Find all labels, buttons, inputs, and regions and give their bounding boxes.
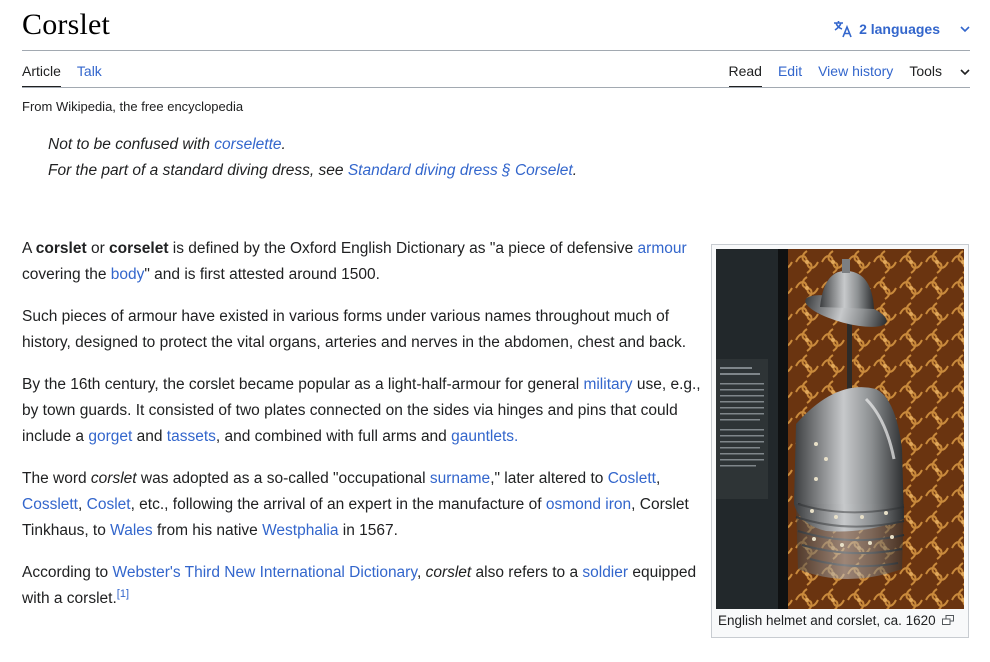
link-body[interactable]: body [111, 266, 145, 283]
link-westphalia[interactable]: Westphalia [262, 522, 338, 539]
link-corselette[interactable]: corselette [214, 136, 281, 153]
translate-icon [833, 20, 853, 38]
chevron-down-icon [960, 62, 970, 86]
paragraph-2: Such pieces of armour have existed in va… [22, 308, 687, 351]
link-soldier[interactable]: soldier [582, 564, 628, 581]
hatnote-text: Not to be confused with [48, 136, 215, 153]
bold-term-corslet: corslet [35, 240, 87, 257]
tab-article[interactable]: Article [22, 62, 61, 88]
figure-caption-text: English helmet and corslet, ca. 1620 [718, 613, 936, 628]
hatnote-diving-dress: For the part of a standard diving dress,… [48, 162, 577, 180]
language-selector-button[interactable]: 2 languages [833, 20, 970, 38]
link-osmond-iron[interactable]: osmond iron [546, 496, 631, 513]
link-military[interactable]: military [583, 376, 632, 393]
hatnote-confusion: Not to be confused with corselette. [48, 136, 286, 154]
tools-menu-button[interactable]: Tools [909, 62, 970, 86]
link-armour[interactable]: armour [638, 240, 687, 257]
tabs-divider [22, 87, 970, 88]
reference-1[interactable]: [1] [117, 588, 129, 600]
paragraph-1: A corslet or corselet is defined by the … [22, 240, 687, 283]
link-cosslett[interactable]: Cosslett [22, 496, 78, 513]
link-gauntlets[interactable]: gauntlets [451, 428, 514, 445]
paragraph-4: The word corslet was adopted as a so-cal… [22, 470, 689, 539]
page-tabs: Article Talk Read Edit View history Tool… [22, 62, 970, 88]
figure-caption: English helmet and corslet, ca. 1620 [718, 613, 954, 628]
link-tassets[interactable]: tassets [167, 428, 216, 445]
link-surname[interactable]: surname [430, 470, 490, 487]
tools-label: Tools [909, 63, 942, 79]
link-coslet[interactable]: Coslet [87, 496, 131, 513]
paragraph-5: According to Webster's Third New Interna… [22, 564, 697, 607]
armour-photo[interactable] [716, 249, 964, 609]
article-body: A corslet or corselet is defined by the … [22, 236, 702, 628]
language-count-label: 2 languages [859, 21, 940, 37]
link-standard-diving-dress[interactable]: Standard diving dress § Corselet [348, 162, 573, 179]
hatnote-text: . [572, 162, 578, 179]
tab-talk[interactable]: Talk [77, 62, 102, 86]
link-coslett[interactable]: Coslett [608, 470, 656, 487]
page-title: Corslet [22, 8, 111, 41]
link-websters-dictionary[interactable]: Webster's Third New International Dictio… [112, 564, 416, 581]
hatnote-text: For the part of a standard diving dress,… [48, 162, 348, 179]
tab-view-history[interactable]: View history [818, 62, 893, 86]
site-tagline: From Wikipedia, the free encyclopedia [22, 99, 244, 114]
chevron-down-icon [960, 25, 970, 33]
enlarge-icon[interactable] [941, 613, 954, 628]
link-gorget[interactable]: gorget [88, 428, 132, 445]
bold-term-corselet: corselet [109, 240, 169, 257]
paragraph-3: By the 16th century, the corslet became … [22, 376, 701, 445]
link-wales[interactable]: Wales [110, 522, 153, 539]
infobox-figure: English helmet and corslet, ca. 1620 [711, 244, 969, 638]
tab-edit[interactable]: Edit [778, 62, 802, 86]
title-divider [22, 50, 970, 51]
hatnote-text: . [281, 136, 286, 153]
tab-read[interactable]: Read [728, 62, 762, 88]
